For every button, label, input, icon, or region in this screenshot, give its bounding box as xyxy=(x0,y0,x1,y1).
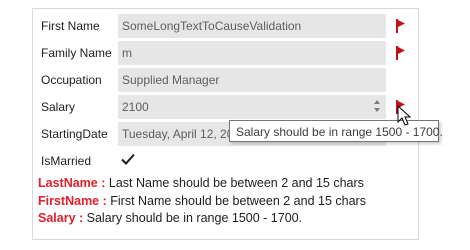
spinner-icon[interactable] xyxy=(374,98,382,116)
first-name-label: First Name xyxy=(41,19,100,33)
starting-date-label: StartingDate xyxy=(41,127,108,141)
mouse-pointer-icon xyxy=(397,105,412,126)
error-message: Last Name should be between 2 and 15 cha… xyxy=(105,176,364,190)
family-name-input[interactable]: m xyxy=(118,41,386,65)
error-message: First Name should be between 2 and 15 ch… xyxy=(106,193,366,208)
salary-value: 2100 xyxy=(122,100,149,114)
spin-up-button[interactable] xyxy=(374,100,380,104)
error-message: Salary should be in range 1500 - 1700. xyxy=(83,211,303,225)
error-flag-icon[interactable] xyxy=(396,19,406,33)
occupation-row: Occupation Supplied Manager xyxy=(33,68,418,92)
salary-input[interactable]: 2100 xyxy=(118,95,386,119)
error-field-name: Salary : xyxy=(38,211,84,225)
error-flag-icon[interactable] xyxy=(396,46,406,60)
spin-down-button[interactable] xyxy=(374,108,380,112)
is-married-label: IsMarried xyxy=(41,154,92,168)
validation-error-item: LastName : Last Name should be between 2… xyxy=(38,175,418,193)
salary-label: Salary xyxy=(41,100,76,114)
validation-error-item: FirstName : First Name should be between… xyxy=(38,193,418,211)
first-name-input[interactable]: SomeLongTextToCauseValidation xyxy=(118,14,386,38)
validation-error-item: Salary : Salary should be in range 1500 … xyxy=(38,210,418,228)
is-married-row: IsMarried xyxy=(33,149,418,173)
family-name-label: Family Name xyxy=(41,46,112,60)
validation-summary: LastName : Last Name should be between 2… xyxy=(38,175,418,228)
error-field-name: FirstName : xyxy=(38,193,107,208)
first-name-row: First Name SomeLongTextToCauseValidation xyxy=(33,14,418,38)
error-field-name: LastName : xyxy=(38,176,106,190)
salary-row: Salary 2100 xyxy=(33,95,418,119)
occupation-label: Occupation xyxy=(41,73,102,87)
checkmark-icon[interactable] xyxy=(120,151,136,167)
family-name-row: Family Name m xyxy=(33,41,418,65)
occupation-input[interactable]: Supplied Manager xyxy=(118,68,386,92)
